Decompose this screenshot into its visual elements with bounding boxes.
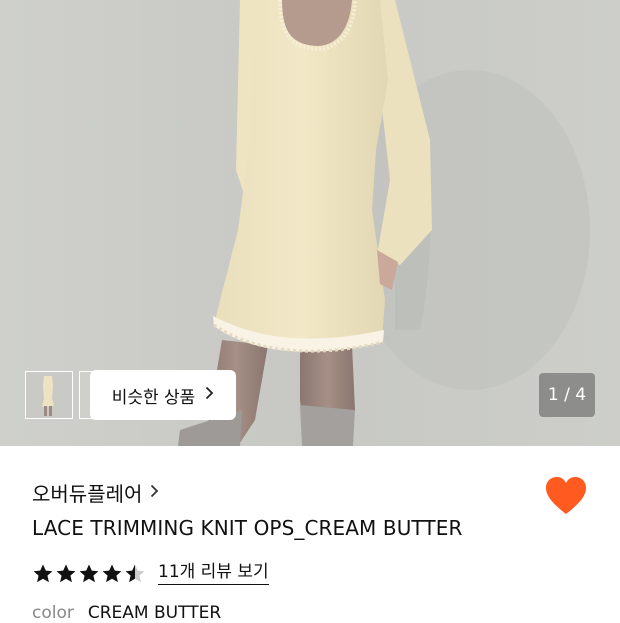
star-icon — [102, 564, 122, 582]
product-title: LACE TRIMMING KNIT OPS_CREAM BUTTER — [32, 516, 463, 540]
chevron-right-icon — [205, 386, 214, 404]
option-key: color — [32, 603, 74, 623]
star-icon — [33, 564, 53, 582]
chevron-right-icon — [150, 482, 159, 503]
image-page-counter: 1 / 4 — [539, 373, 595, 417]
thumbnail-image — [26, 372, 72, 418]
rating-stars — [32, 563, 146, 584]
heart-icon[interactable] — [545, 476, 587, 516]
option-value: CREAM BUTTER — [87, 603, 222, 623]
review-link[interactable]: 11개 리뷰 보기 — [158, 562, 269, 585]
option-row: color CREAM BUTTER — [32, 603, 221, 623]
thumbnail-1[interactable] — [25, 371, 73, 419]
product-image-gallery[interactable]: 비슷한 상품 1 / 4 — [0, 0, 620, 446]
star-icon — [79, 564, 99, 582]
rating-row: 11개 리뷰 보기 — [32, 559, 269, 587]
star-icon — [125, 564, 145, 582]
similar-products-button[interactable]: 비슷한 상품 — [90, 370, 236, 420]
brand-link[interactable]: 오버듀플레어 — [32, 478, 159, 506]
star-icon — [56, 564, 76, 582]
brand-name: 오버듀플레어 — [32, 481, 143, 506]
similar-products-label: 비슷한 상품 — [111, 387, 196, 408]
